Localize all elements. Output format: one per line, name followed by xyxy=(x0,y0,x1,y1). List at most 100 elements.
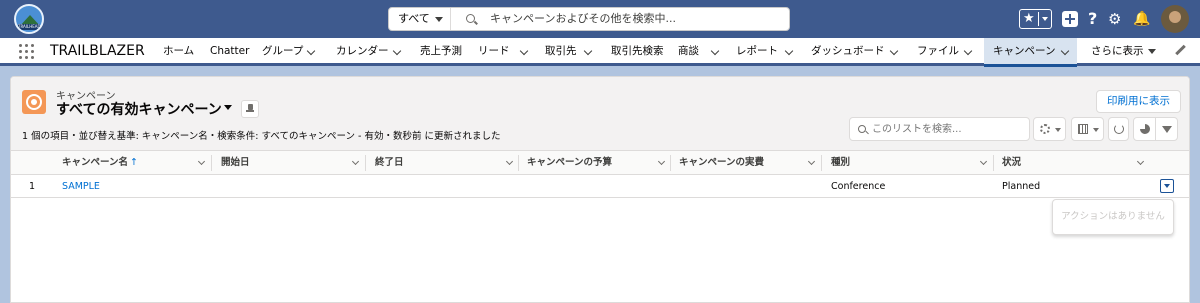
nav-item-opportunities[interactable]: 商談 xyxy=(678,38,723,64)
nav-item-reports[interactable]: レポート xyxy=(736,38,798,64)
nav-label: Chatter xyxy=(210,45,250,57)
nav-item-leads[interactable]: リード xyxy=(478,38,533,64)
nav-item-more[interactable]: さらに表示 xyxy=(1091,38,1157,64)
chevron-down-icon[interactable] xyxy=(505,157,514,166)
caret-down-icon[interactable] xyxy=(1148,49,1156,54)
nav-item-accounts[interactable]: 取引先 xyxy=(545,38,597,64)
nav-label: レポート xyxy=(736,45,778,57)
star-icon: ★ xyxy=(1023,11,1035,26)
chevron-down-icon[interactable] xyxy=(392,46,402,56)
app-launcher-icon[interactable] xyxy=(19,44,34,59)
refresh-icon xyxy=(1114,124,1124,134)
list-search-input[interactable] xyxy=(872,118,1022,140)
chevron-down-icon[interactable] xyxy=(657,157,666,166)
edit-nav-pencil-icon[interactable] xyxy=(1176,44,1188,56)
help-icon[interactable]: ? xyxy=(1088,9,1097,29)
chevron-down-icon[interactable] xyxy=(197,157,206,166)
chevron-down-icon[interactable] xyxy=(710,46,720,56)
divider xyxy=(1038,12,1039,26)
list-view-switcher-caret-icon[interactable] xyxy=(224,105,232,110)
column-divider[interactable] xyxy=(670,155,671,171)
chevron-down-icon[interactable] xyxy=(807,157,816,166)
printable-view-button[interactable]: 印刷用に表示 xyxy=(1096,90,1181,113)
app-name: TRAILBLAZER xyxy=(50,43,145,59)
nav-item-account-search[interactable]: 取引先検索 xyxy=(611,38,664,64)
campaign-name-link[interactable]: SAMPLE xyxy=(62,176,100,198)
column-divider[interactable] xyxy=(993,155,994,171)
search-icon xyxy=(858,125,866,133)
nav-label: ファイル xyxy=(917,45,959,57)
sort-ascending-icon: ↑ xyxy=(130,157,138,168)
search-scope-dropdown[interactable]: すべて xyxy=(389,8,451,30)
chevron-down-icon[interactable] xyxy=(1060,46,1070,56)
chevron-down-icon[interactable] xyxy=(784,46,794,56)
nav-label: 取引先検索 xyxy=(611,45,664,57)
caret-down-icon xyxy=(435,17,443,22)
column-header-type[interactable]: 種別 xyxy=(831,151,850,175)
nav-label: ダッシュボード xyxy=(811,45,885,57)
chevron-down-icon[interactable] xyxy=(583,46,593,56)
row-actions-menu: アクションはありません xyxy=(1052,199,1174,235)
chevron-down-icon[interactable] xyxy=(889,46,899,56)
nav-item-chatter[interactable]: Chatter xyxy=(210,38,249,64)
nav-label: リード xyxy=(478,45,510,57)
app-navbar: TRAILBLAZER ホーム Chatter グループ カレンダー 売上予測 … xyxy=(0,38,1200,66)
nav-item-calendar[interactable]: カレンダー xyxy=(336,38,406,64)
nav-label: グループ xyxy=(262,45,304,57)
user-avatar[interactable] xyxy=(1161,5,1189,33)
list-search-box xyxy=(849,117,1030,141)
column-divider[interactable] xyxy=(365,155,366,171)
caret-down-icon xyxy=(1055,128,1061,132)
notifications-bell-icon[interactable]: 🔔 xyxy=(1133,9,1150,29)
chevron-down-icon[interactable] xyxy=(963,46,973,56)
column-header-campaign-name[interactable]: キャンペーン名 ↑ xyxy=(62,151,138,175)
row-actions-button[interactable] xyxy=(1160,179,1174,193)
column-divider[interactable] xyxy=(821,155,822,171)
nav-item-dashboards[interactable]: ダッシュボード xyxy=(811,38,903,64)
list-settings-button[interactable] xyxy=(1033,117,1066,141)
setup-gear-icon[interactable]: ⚙ xyxy=(1108,9,1121,29)
nav-item-files[interactable]: ファイル xyxy=(917,38,977,64)
nav-item-campaigns[interactable]: キャンペーン xyxy=(984,38,1077,64)
nav-label: キャンペーン xyxy=(993,45,1056,57)
column-divider[interactable] xyxy=(518,155,519,171)
global-actions-plus-icon[interactable] xyxy=(1062,11,1078,27)
list-view-title[interactable]: すべての有効キャンペーン xyxy=(56,99,222,119)
chart-pie-icon xyxy=(1140,124,1150,134)
column-header-end-date[interactable]: 終了日 xyxy=(375,151,404,175)
filter-button[interactable] xyxy=(1155,117,1178,141)
chevron-down-icon[interactable] xyxy=(1136,157,1145,166)
caret-down-icon[interactable] xyxy=(1042,17,1048,21)
nav-label: 売上予測 xyxy=(420,45,462,57)
trailhead-logo[interactable]: TRAILHEAD xyxy=(14,4,44,34)
nav-item-home[interactable]: ホーム xyxy=(163,38,194,64)
chevron-down-icon[interactable] xyxy=(519,46,529,56)
table-icon xyxy=(1078,124,1088,134)
table-header: キャンペーン名 ↑ 開始日 終了日 キャンペーンの予算 キャンペーンの実費 種別 … xyxy=(11,151,1189,175)
column-header-status[interactable]: 状況 xyxy=(1002,151,1021,175)
chevron-down-icon[interactable] xyxy=(351,157,360,166)
search-input[interactable]: キャンペーンおよびその他を検索中... xyxy=(490,8,676,30)
column-label: キャンペーン名 xyxy=(62,157,129,168)
chevron-down-icon[interactable] xyxy=(979,157,988,166)
column-header-actual-cost[interactable]: キャンペーンの実費 xyxy=(679,151,764,175)
display-as-button[interactable] xyxy=(1071,117,1104,141)
column-header-start-date[interactable]: 開始日 xyxy=(221,151,250,175)
nav-label: さらに表示 xyxy=(1091,45,1144,57)
column-header-budget[interactable]: キャンペーンの予算 xyxy=(527,151,612,175)
search-icon xyxy=(466,14,475,23)
logo-text: TRAILHEAD xyxy=(18,24,41,30)
cell-type: Conference xyxy=(831,181,886,192)
favorites-button[interactable]: ★ xyxy=(1019,9,1052,29)
global-header: TRAILHEAD すべて キャンペーンおよびその他を検索中... ★ ? ⚙ … xyxy=(0,0,1200,38)
chevron-down-icon[interactable] xyxy=(306,46,316,56)
pin-list-button[interactable] xyxy=(241,100,259,118)
column-divider[interactable] xyxy=(211,155,212,171)
list-view-header: キャンペーン すべての有効キャンペーン 印刷用に表示 1 個の項目・並び替え基準… xyxy=(11,77,1189,151)
refresh-button[interactable] xyxy=(1108,117,1129,141)
nav-label: 取引先 xyxy=(545,45,577,57)
global-search: すべて キャンペーンおよびその他を検索中... xyxy=(388,7,790,31)
nav-item-forecasts[interactable]: 売上予測 xyxy=(420,38,462,64)
nav-item-groups[interactable]: グループ xyxy=(262,38,322,64)
charts-button[interactable] xyxy=(1133,117,1156,141)
